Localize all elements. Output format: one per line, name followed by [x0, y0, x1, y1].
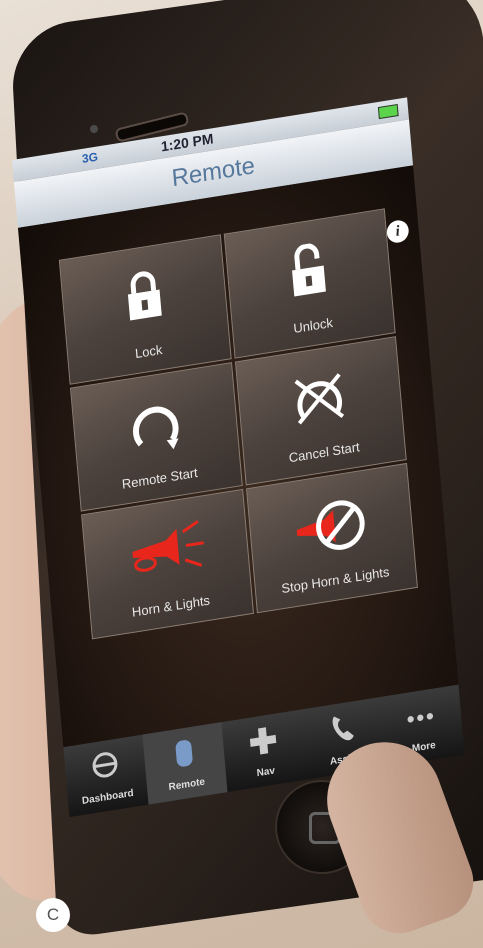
tab-label: Nav	[256, 765, 276, 780]
battery-icon	[377, 103, 399, 120]
phone-icon	[332, 716, 354, 741]
cancel-start-button[interactable]: Cancel Start	[234, 335, 407, 486]
key-fob-icon	[175, 740, 193, 767]
figure-badge: C	[36, 898, 70, 932]
lock-icon	[127, 271, 162, 321]
info-button[interactable]: i	[385, 218, 410, 245]
stop-horn-icon	[296, 500, 365, 551]
unlock-button[interactable]: Unlock	[223, 208, 396, 359]
more-dots-icon: •••	[405, 702, 437, 733]
restart-arrow-icon	[132, 406, 179, 449]
tab-nav[interactable]: Nav	[221, 710, 306, 792]
stop-horn-lights-button[interactable]: Stop Horn & Lights	[245, 463, 418, 614]
horn-lights-button[interactable]: Horn & Lights	[81, 489, 254, 640]
tab-dashboard[interactable]: Dashboard	[63, 735, 148, 817]
network-label: 3G	[81, 149, 99, 167]
directional-pad-icon	[249, 727, 277, 755]
lock-button[interactable]: Lock	[58, 234, 232, 385]
remote-grid: Lock Unlock Remote Start Cancel Start Ho…	[58, 208, 418, 640]
remote-panel: i Lock Unlock Remote Start Cancel Start …	[17, 165, 459, 748]
cancel-start-icon	[294, 372, 345, 425]
remote-start-button[interactable]: Remote Start	[69, 361, 243, 512]
tab-label: Remote	[168, 776, 206, 794]
steering-wheel-icon	[92, 752, 118, 778]
horn-icon	[132, 520, 204, 573]
tile-label: Stop Horn & Lights	[280, 564, 390, 597]
front-camera	[90, 125, 98, 133]
tab-label: Dashboard	[81, 787, 135, 807]
phone-screen: 3G 1:20 PM Remote i Lock Unlock Remote S…	[12, 97, 467, 849]
phone-photo: 3G 1:20 PM Remote i Lock Unlock Remote S…	[0, 0, 483, 948]
unlock-icon	[292, 243, 327, 297]
tab-remote[interactable]: Remote	[142, 722, 228, 805]
tile-label: Horn & Lights	[131, 592, 211, 620]
